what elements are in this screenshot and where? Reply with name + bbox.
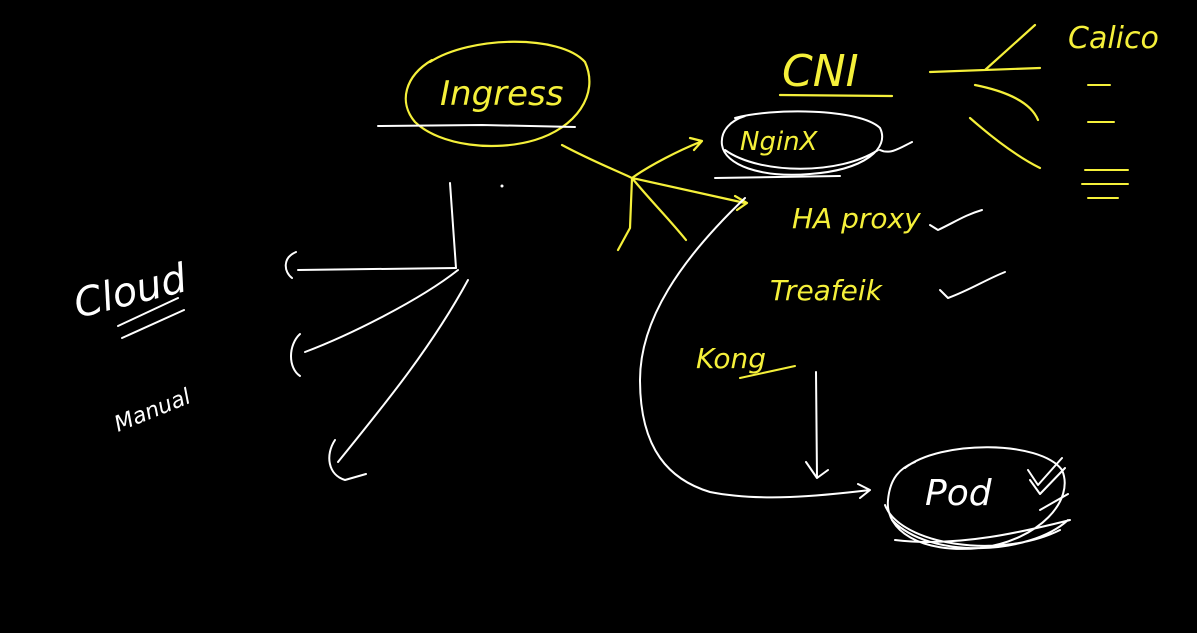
left-branch-top — [284, 251, 457, 279]
ingress-to-controllers-arrows — [560, 136, 749, 252]
kong-to-pod-arrow — [805, 371, 829, 479]
ingress-stem-vertical — [449, 182, 457, 269]
cni-label: CNI — [782, 46, 859, 97]
ink-dot — [500, 184, 504, 188]
nginx-underline — [714, 175, 841, 179]
kong-label: Kong — [696, 342, 766, 375]
pod-check — [1027, 457, 1069, 511]
cni-underline — [778, 93, 894, 98]
pod-node: Pod — [884, 446, 1071, 550]
cni-list-dashes — [1081, 84, 1129, 199]
whiteboard-canvas: Ingress CNI Calico NginX HA proxy Treafe… — [0, 0, 1197, 633]
calico-label: Calico — [1068, 21, 1159, 56]
diagram-svg: Ingress CNI Calico NginX HA proxy Treafe… — [69, 21, 1159, 550]
manual-label: Manual — [111, 384, 194, 437]
traefik-label: Treafeik — [770, 274, 884, 307]
nginx-label: NginX — [740, 127, 819, 157]
cni-branches — [928, 23, 1042, 170]
haproxy-label: HA proxy — [792, 202, 921, 235]
haproxy-check — [929, 209, 983, 231]
cloud-label: Cloud — [69, 255, 192, 327]
nginx-check — [879, 141, 913, 153]
left-branch-bottom — [328, 279, 469, 481]
traefik-check — [939, 271, 1006, 299]
ingress-node: Ingress — [404, 40, 591, 148]
left-branch-middle — [290, 269, 459, 377]
ingress-underline — [377, 124, 576, 128]
cni-node: CNI — [778, 23, 1042, 170]
ingress-label: Ingress — [440, 74, 563, 114]
pod-label: Pod — [925, 473, 993, 514]
